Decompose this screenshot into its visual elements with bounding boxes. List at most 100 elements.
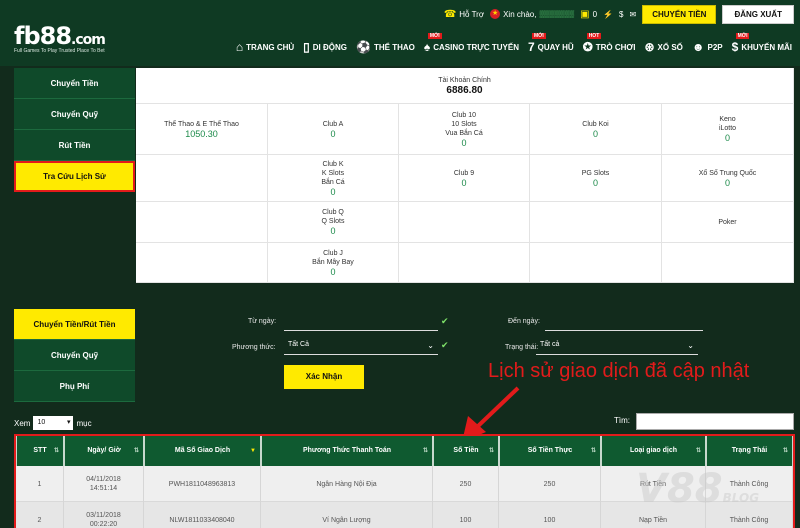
balance-cell-empty	[530, 243, 662, 283]
method-select[interactable]: Tất Cả ⌄	[284, 341, 438, 355]
nav-label: THỂ THAO	[373, 42, 415, 52]
page-size-select[interactable]: 10 ▾	[33, 416, 74, 430]
home-icon: ⌂	[235, 40, 244, 54]
sort-icon[interactable]: ⇅	[696, 436, 701, 466]
balance-cell-label: Club K K Slots Bắn Cá	[321, 160, 345, 186]
balance-cell-empty	[399, 202, 530, 243]
column-header[interactable]: STT ⇅	[16, 436, 64, 466]
table-cell: PWH1811048963813	[144, 466, 261, 502]
column-header[interactable]: Phương Thức Thanh Toán ⇅	[261, 436, 433, 466]
balance-cell-label: Club Koi	[582, 120, 609, 128]
from-date-label: Từ ngày:	[248, 318, 277, 325]
sidebar-item-fund-transfer[interactable]: Chuyển Quỹ	[14, 99, 135, 130]
sidebar-item-history[interactable]: Tra Cứu Lịch Sử	[14, 161, 135, 192]
balance-cell-empty	[530, 202, 662, 243]
sort-icon[interactable]: ⇅	[783, 436, 788, 466]
casino-icon: ♠	[423, 40, 431, 54]
watermark: V88BLOG	[636, 466, 759, 512]
column-header[interactable]: Số Tiền ⇅	[433, 436, 499, 466]
balance-cell-value: 0	[592, 128, 598, 139]
wallet-icon: ▣	[580, 8, 590, 20]
chat-icon: ☎	[443, 8, 457, 20]
p2p-icon: ☻	[691, 40, 705, 54]
game-icon: ✪	[582, 40, 593, 54]
main-account-cell: Tài Khoản Chính 6886.80	[136, 68, 794, 104]
annotation-text: Lịch sử giao dịch đã cập nhật	[488, 360, 750, 382]
nav-item-7[interactable]: ☻ P2P	[692, 40, 723, 54]
nav-item-8[interactable]: $ MỚI KHUYẾN MÃI	[731, 33, 792, 54]
search-input[interactable]	[636, 413, 794, 430]
envelope-icon[interactable]: ✉	[630, 10, 637, 19]
nav-item-4[interactable]: 7 MỚI QUAY HŨ	[528, 33, 574, 54]
column-header-label: STT	[33, 447, 47, 454]
balance-cell: Thể Thao & E Thể Thao 1050.30	[136, 104, 268, 155]
to-date-input[interactable]	[545, 317, 703, 331]
balance-cell-label: Club J Bắn Mây Bay	[312, 249, 354, 266]
nav-badge: HOT	[586, 33, 602, 39]
nav-item-2[interactable]: ⚽ THỂ THAO	[356, 40, 415, 54]
table-cell: 250	[499, 466, 601, 502]
logo[interactable]: fb88.com Full Games To Play Trusted Plac…	[14, 22, 106, 54]
support-link[interactable]: ☎ Hỗ Trợ	[444, 9, 484, 20]
balance-cell: Club Koi 0	[530, 104, 662, 155]
balance-cell-label: Club 10 10 Slots Vua Bắn Cá	[445, 111, 483, 137]
balance-cell-value: 0	[461, 177, 467, 188]
transfer-button[interactable]: CHUYỂN TIỀN	[642, 4, 717, 24]
table-cell: Ngân Hàng Nội Địa	[261, 466, 433, 502]
balance-cell-label: Club A	[322, 120, 344, 128]
sidebar-item-fees[interactable]: Phụ Phí	[14, 371, 135, 402]
nav-badge: MỚI	[531, 33, 546, 39]
nav-item-1[interactable]: ▯ DI ĐỘNG	[303, 40, 347, 54]
column-header-label: Loại giao dịch	[629, 447, 678, 454]
column-header[interactable]: Trạng Thái ⇅	[706, 436, 793, 466]
sort-icon[interactable]: ⇅	[591, 436, 596, 466]
table-cell: 250	[433, 466, 499, 502]
nav-badge: MỚI	[427, 33, 442, 39]
wallet-balance[interactable]: ▣ 0	[580, 9, 597, 20]
table-cell: 100	[433, 502, 499, 528]
sort-icon[interactable]: ▼	[250, 436, 256, 466]
column-header[interactable]: Mã Số Giao Dịch ▼	[144, 436, 261, 466]
table-cell: 1	[16, 466, 64, 502]
balance-cell-label: Club Q Q Slots	[321, 209, 345, 225]
sort-icon[interactable]: ⇅	[134, 436, 139, 466]
status-label: Trạng thái:	[505, 344, 539, 351]
nav-label: KHUYẾN MÃI	[741, 42, 792, 52]
nav-label: CASINO TRỰC TUYẾN	[433, 42, 519, 52]
sort-icon[interactable]: ⇅	[423, 436, 428, 466]
main-nav: ⌂ TRANG CHỦ ▯ DI ĐỘNG ⚽ THỂ THAO ♠ MỚI CASINO TR…	[236, 33, 792, 54]
balance-cell-label: Xổ Số Trung Quốc	[698, 169, 757, 177]
site-header: fb88.com Full Games To Play Trusted Plac…	[0, 0, 800, 66]
main-account-value: 6886.80	[446, 85, 483, 96]
sidebar-item-transfer[interactable]: Chuyển Tiền	[14, 68, 135, 99]
history-sidebar: Chuyển Tiền/Rút Tiền Chuyển Quỹ Phụ Phí	[14, 309, 135, 402]
balance-cell-value: 0	[330, 128, 336, 139]
sidebar-item-fund-history[interactable]: Chuyển Quỹ	[14, 340, 135, 371]
confirm-button[interactable]: Xác Nhận	[284, 365, 364, 389]
column-header[interactable]: Loại giao dịch ⇅	[601, 436, 706, 466]
balance-cell-value: 0	[724, 133, 730, 143]
sidebar-item-withdraw[interactable]: Rút Tiền	[14, 130, 135, 161]
sidebar-item-deposit-withdraw[interactable]: Chuyển Tiền/Rút Tiền	[14, 309, 135, 340]
page-size-value: 10	[37, 419, 46, 426]
dollar-icon[interactable]: $	[619, 10, 623, 19]
logout-button[interactable]: ĐĂNG XUẤT	[722, 4, 794, 24]
balance-cell-label: Club 9	[453, 169, 475, 177]
from-date-input[interactable]	[284, 317, 438, 331]
column-header[interactable]: Số Tiền Thực ⇅	[499, 436, 601, 466]
balance-cell-value: 0	[461, 137, 467, 148]
nav-label: XỔ SỐ	[657, 42, 683, 52]
column-header[interactable]: Ngày/ Giờ ⇅	[64, 436, 144, 466]
lightning-icon[interactable]: ⚡	[603, 10, 613, 19]
nav-item-0[interactable]: ⌂ TRANG CHỦ	[236, 40, 294, 54]
balance-cell: Club A0	[268, 104, 399, 155]
nav-item-6[interactable]: ⊛ XỔ SỐ	[644, 40, 682, 54]
sort-icon[interactable]: ⇅	[489, 436, 494, 466]
sort-icon[interactable]: ⇅	[54, 436, 59, 466]
balance-cell-empty	[136, 202, 268, 243]
status-select[interactable]: Tất cả ⌄	[536, 341, 698, 355]
nav-item-3[interactable]: ♠ MỚI CASINO TRỰC TUYẾN	[423, 33, 519, 54]
nav-item-5[interactable]: ✪ HOT TRÒ CHƠI	[582, 33, 635, 54]
promo-icon: $	[731, 40, 739, 54]
column-header-label: Ngày/ Giờ	[87, 447, 121, 454]
